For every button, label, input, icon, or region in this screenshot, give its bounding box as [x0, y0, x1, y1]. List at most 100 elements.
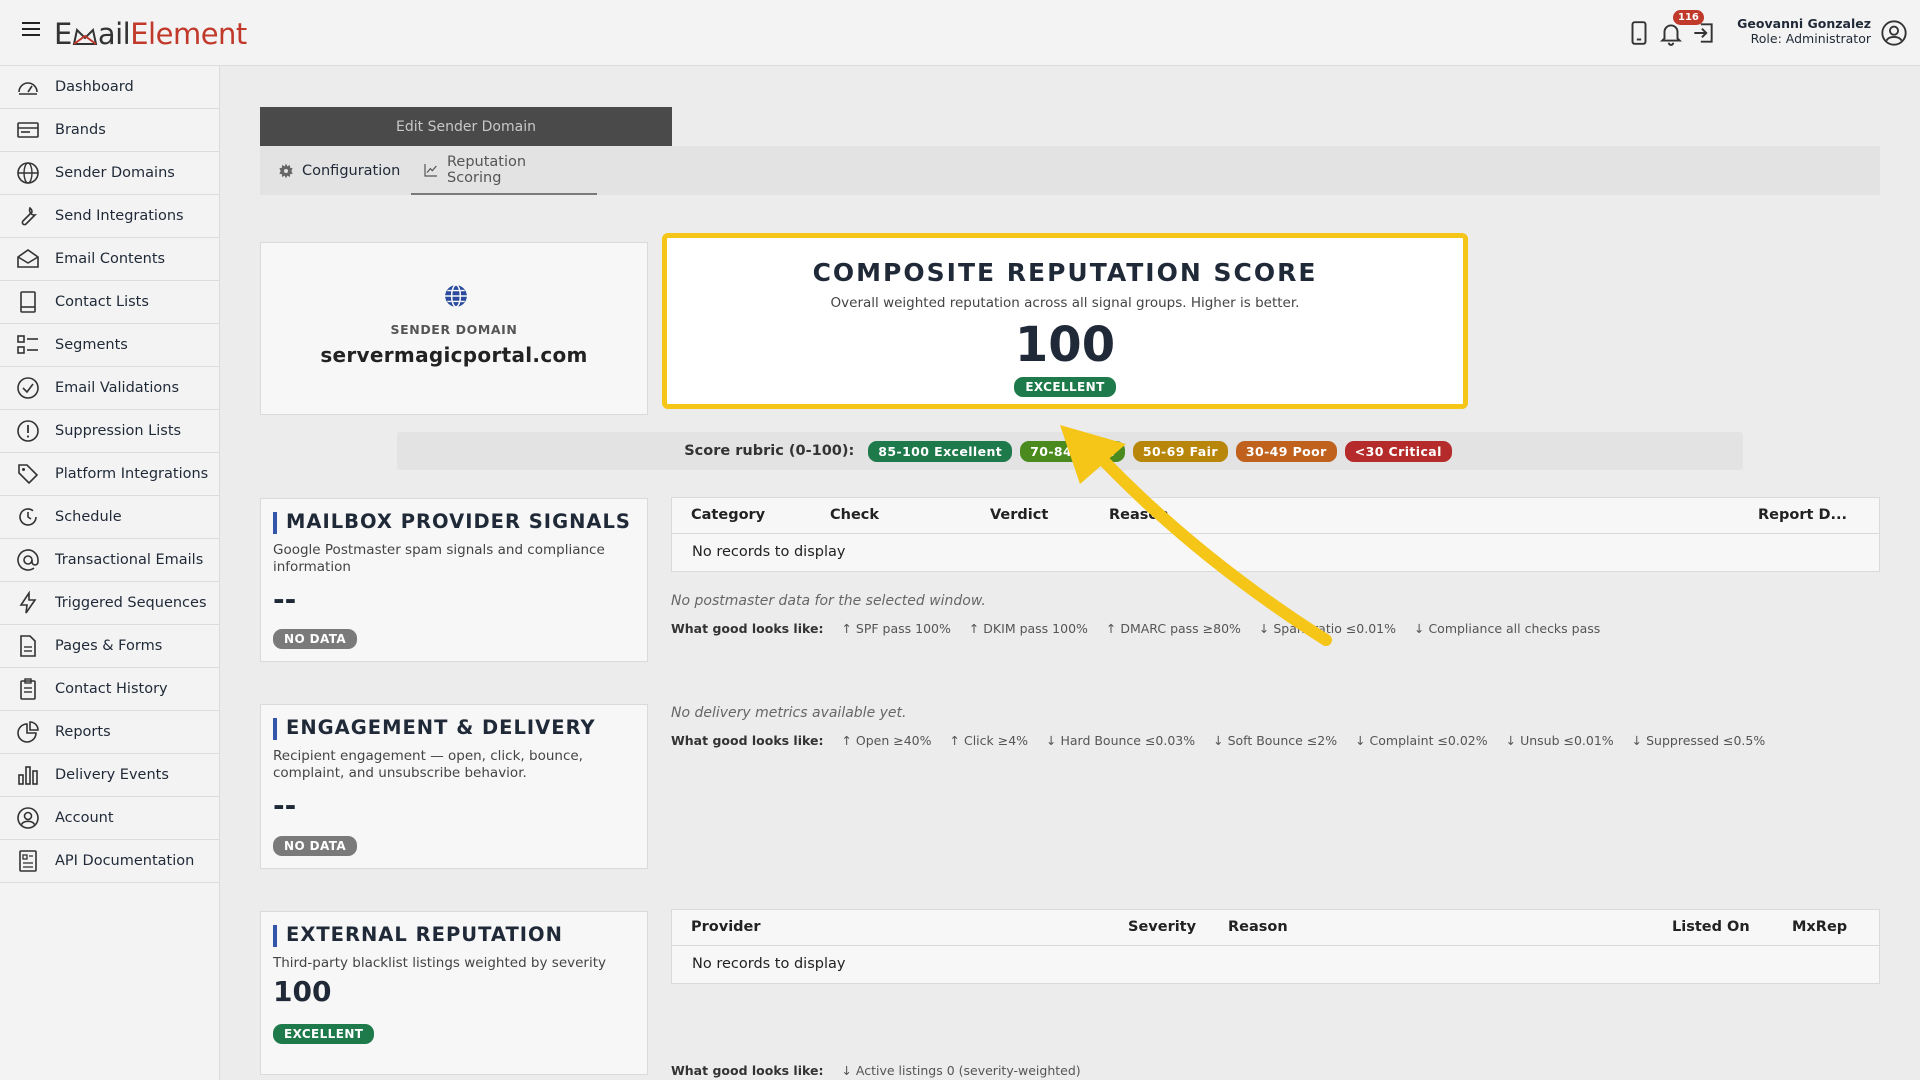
wrench-icon	[21, 206, 38, 226]
gear-icon	[279, 163, 293, 178]
sidebar-item-label: Schedule	[55, 509, 122, 525]
rubric-badge-critical: <30 Critical	[1344, 440, 1452, 462]
sidebar-item-label: Email Contents	[55, 251, 166, 267]
sidebar-item-account[interactable]: Account	[0, 797, 219, 840]
sidebar-item-suppression-lists[interactable]: Suppression Lists	[0, 410, 219, 453]
sidebar-item-schedule[interactable]: Schedule	[0, 496, 219, 539]
top-bar: EailElement 116 Geovanni Gonzalez Role: …	[0, 0, 1920, 66]
sidebar-item-label: Sender Domains	[55, 165, 175, 181]
column-header[interactable]: Listed On	[1672, 919, 1750, 935]
mailbox-good-looks-like: What good looks like: ↑ SPF pass 100% ↑ …	[671, 621, 1614, 636]
engagement-card: ENGAGEMENT & DELIVERY Recipient engageme…	[260, 704, 648, 869]
tab-configuration[interactable]: Configuration	[278, 146, 400, 195]
column-header[interactable]: Reason	[1228, 919, 1288, 935]
mailbox-description: Google Postmaster spam signals and compl…	[273, 542, 605, 575]
sidebar-item-label: Platform Integrations	[55, 466, 209, 482]
tab-bar: Configuration Reputation Scoring	[260, 146, 1880, 195]
sidebar-item-triggered-sequences[interactable]: Triggered Sequences	[0, 582, 219, 625]
sidebar-item-delivery-events[interactable]: Delivery Events	[0, 754, 219, 797]
table-header: Category Check Verdict Reason Report D..…	[672, 498, 1879, 534]
segments-icon	[17, 335, 38, 354]
sidebar-item-api-documentation[interactable]: API Documentation	[0, 840, 219, 883]
engagement-note: No delivery metrics available yet.	[671, 705, 907, 721]
sidebar-item-contact-lists[interactable]: Contact Lists	[0, 281, 219, 324]
good-item: ↓ Unsub ≤0.01%	[1505, 733, 1614, 748]
sender-domain-value: servermagicportal.com	[320, 343, 588, 367]
good-label: What good looks like:	[671, 621, 824, 636]
sidebar-item-segments[interactable]: Segments	[0, 324, 219, 367]
logo-mid: ail	[97, 17, 131, 51]
rubric-badge-good: 70-84 Good	[1020, 440, 1125, 462]
dashboard-icon	[18, 82, 38, 95]
user-avatar-icon[interactable]	[1880, 19, 1908, 47]
column-header[interactable]: Provider	[691, 919, 761, 935]
globe-icon	[445, 284, 467, 308]
sidebar-item-label: API Documentation	[55, 853, 195, 869]
good-item: ↓ Hard Bounce ≤0.03%	[1046, 733, 1196, 748]
check-circle-icon	[17, 377, 39, 399]
external-status-badge: EXCELLENT	[273, 1024, 375, 1044]
sidebar-item-transactional-emails[interactable]: Transactional Emails	[0, 539, 219, 582]
lightning-icon	[19, 591, 37, 614]
good-item: ↑ Open ≥40%	[841, 733, 932, 748]
mobile-phone-icon[interactable]	[1626, 20, 1652, 46]
column-header[interactable]: MxRep	[1792, 919, 1847, 935]
logo-envelope-m-icon	[72, 17, 98, 51]
at-icon	[17, 549, 39, 571]
engagement-title: ENGAGEMENT & DELIVERY	[286, 716, 596, 739]
column-header[interactable]: Reason	[1109, 507, 1169, 523]
sidebar-item-label: Suppression Lists	[55, 423, 182, 439]
hamburger-menu-icon[interactable]	[22, 22, 40, 38]
good-item: ↑ SPF pass 100%	[841, 621, 951, 636]
tab-label: Reputation Scoring	[446, 153, 527, 186]
sidebar-item-label: Send Integrations	[55, 208, 184, 224]
section-accent-bar	[273, 718, 277, 740]
line-chart-icon	[424, 163, 437, 177]
engagement-good-looks-like: What good looks like: ↑ Open ≥40% ↑ Clic…	[671, 733, 1779, 748]
clipboard-icon	[20, 678, 36, 700]
sidebar-item-pages-forms[interactable]: Pages & Forms	[0, 625, 219, 668]
tab-label: Configuration	[302, 162, 401, 179]
section-accent-bar	[273, 512, 277, 534]
tab-reputation-scoring[interactable]: Reputation Scoring	[411, 146, 597, 195]
main-content: Edit Sender Domain Configuration Reputat…	[220, 66, 1920, 1080]
sidebar-item-dashboard[interactable]: Dashboard	[0, 66, 219, 109]
sidebar-item-contact-history[interactable]: Contact History	[0, 668, 219, 711]
composite-subtitle: Overall weighted reputation across all s…	[830, 295, 1300, 311]
mailbox-status-badge: NO DATA	[273, 629, 358, 649]
composite-status-badge: EXCELLENT	[1014, 377, 1116, 397]
sidebar-item-label: Contact History	[55, 681, 168, 697]
user-role: Role: Administrator	[1750, 31, 1871, 46]
column-header[interactable]: Report D...	[1758, 507, 1847, 523]
mailbox-note: No postmaster data for the selected wind…	[671, 593, 986, 609]
sidebar-item-platform-integrations[interactable]: Platform Integrations	[0, 453, 219, 496]
sidebar-item-send-integrations[interactable]: Send Integrations	[0, 195, 219, 238]
rubric-badge-fair: 50-69 Fair	[1132, 440, 1228, 462]
sidebar-item-email-contents[interactable]: Email Contents	[0, 238, 219, 281]
sidebar-item-label: Account	[55, 810, 114, 826]
engagement-status-badge: NO DATA	[273, 836, 358, 856]
column-header[interactable]: Severity	[1128, 919, 1196, 935]
tag-icon	[18, 464, 39, 485]
good-item: ↑ DMARC pass ≥80%	[1105, 621, 1241, 636]
sidebar-item-email-validations[interactable]: Email Validations	[0, 367, 219, 410]
sidebar-item-reports[interactable]: Reports	[0, 711, 219, 754]
good-item: ↑ Click ≥4%	[949, 733, 1029, 748]
sidebar-item-sender-domains[interactable]: Sender Domains	[0, 152, 219, 195]
column-header[interactable]: Verdict	[990, 507, 1048, 523]
page-header: Edit Sender Domain	[260, 107, 672, 147]
column-header[interactable]: Check	[830, 507, 879, 523]
bar-chart-icon	[18, 766, 38, 785]
sidebar-item-label: Brands	[55, 122, 106, 138]
good-item: ↑ DKIM pass 100%	[968, 621, 1088, 636]
column-header[interactable]: Category	[691, 507, 765, 523]
table-header: Provider Severity Reason Listed On MxRep	[672, 910, 1879, 946]
sidebar-item-label: Reports	[55, 724, 111, 740]
logo-prefix: E	[54, 17, 72, 51]
rubric-label: Score rubric (0-100):	[684, 443, 855, 459]
sidebar-item-brands[interactable]: Brands	[0, 109, 219, 152]
app-logo[interactable]: EailElement	[54, 17, 247, 51]
good-label: What good looks like:	[671, 1063, 824, 1078]
engagement-score: --	[273, 789, 297, 822]
good-item: ↓ Compliance all checks pass	[1414, 621, 1601, 636]
